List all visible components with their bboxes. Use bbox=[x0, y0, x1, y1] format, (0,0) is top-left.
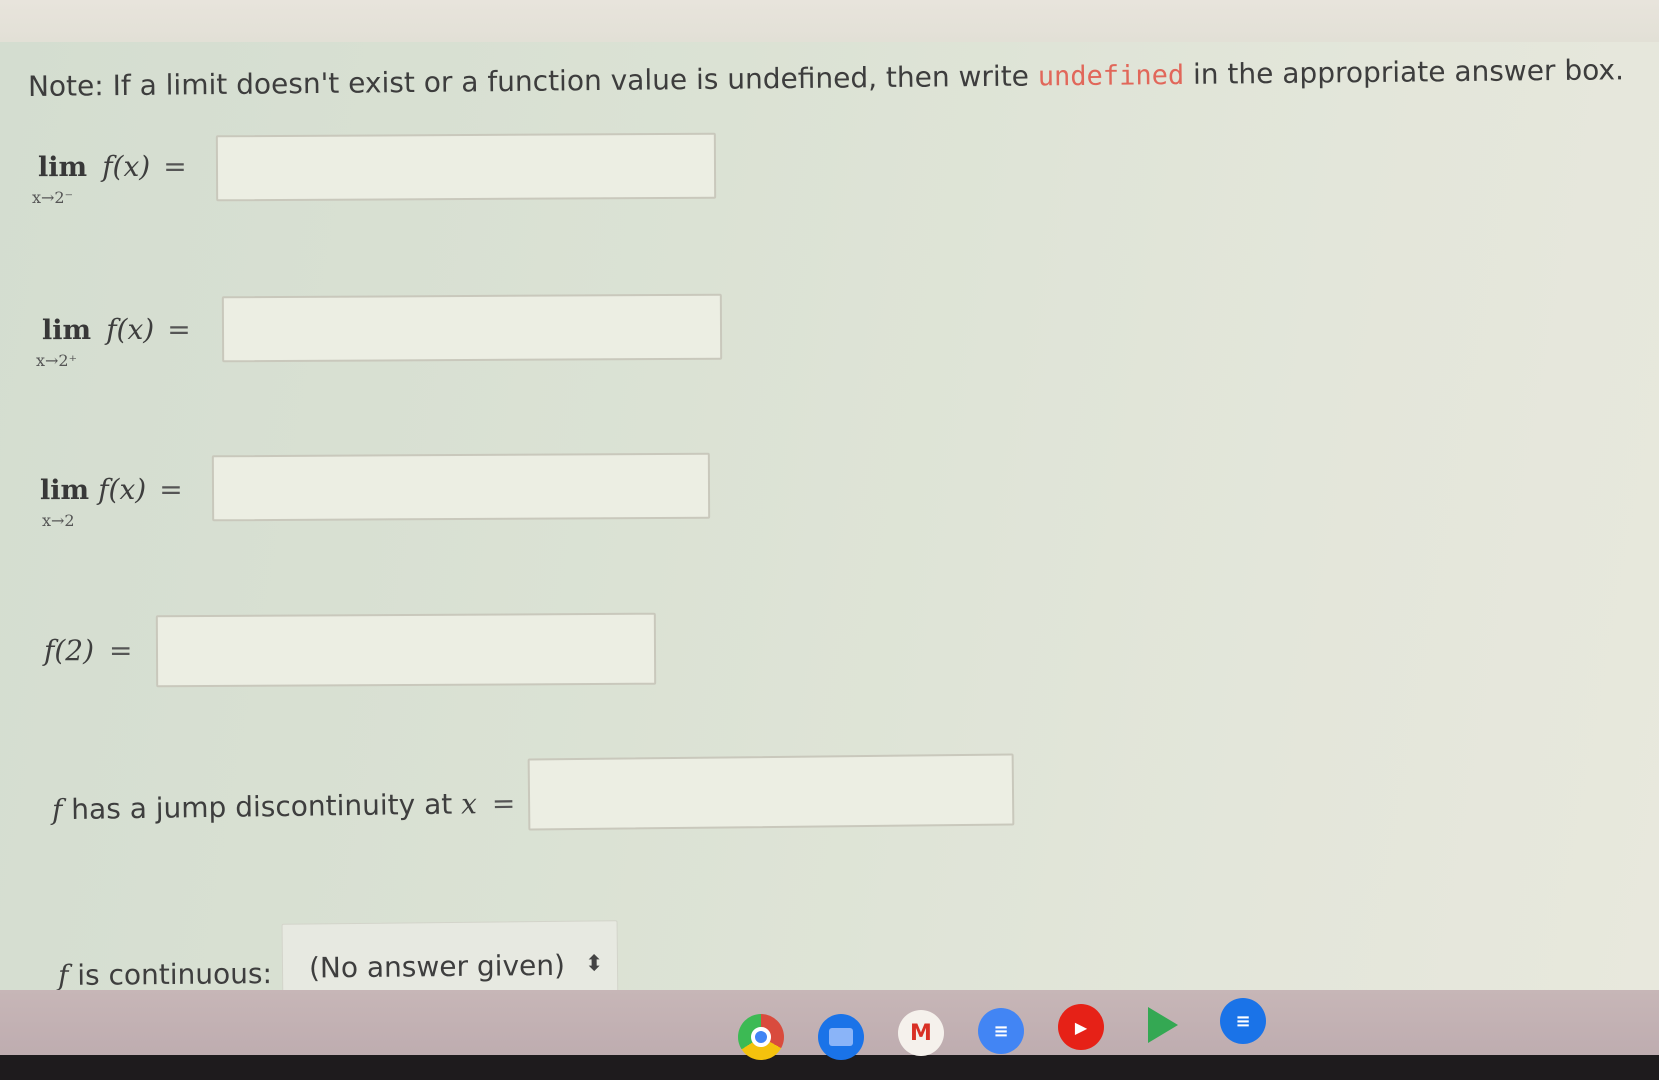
limit-subscript: x→2⁺ bbox=[36, 351, 78, 370]
updown-arrows-icon: ⬍ bbox=[584, 951, 604, 977]
right-limit-label: lim f(x) = x→2⁺ bbox=[36, 313, 191, 370]
note-keyword: undefined bbox=[1037, 59, 1185, 93]
play-store-icon[interactable] bbox=[1140, 1002, 1186, 1048]
right-limit-answer-box[interactable] bbox=[221, 293, 723, 363]
f2-answer-box[interactable] bbox=[155, 612, 657, 688]
two-sided-limit-label: lim f(x) = x→2 bbox=[40, 473, 183, 530]
equals-sign: = bbox=[163, 150, 187, 183]
left-limit-input[interactable] bbox=[217, 134, 715, 200]
files-icon[interactable] bbox=[818, 1014, 864, 1060]
gmail-icon[interactable]: M bbox=[898, 1010, 944, 1056]
jump-discontinuity-input[interactable] bbox=[529, 755, 1013, 829]
continuous-text: is continuous: bbox=[68, 957, 273, 992]
screen-bezel-top bbox=[0, 0, 1659, 42]
x-symbol: x bbox=[460, 787, 478, 821]
two-sided-limit-input[interactable] bbox=[213, 454, 709, 520]
equals-sign: = bbox=[491, 786, 516, 821]
jump-discontinuity-label: f has a jump discontinuity at x = bbox=[52, 787, 516, 826]
function-expr: f(x) bbox=[102, 150, 151, 183]
function-expr: f(x) bbox=[106, 313, 155, 346]
continuous-selected-value: (No answer given) bbox=[308, 948, 566, 984]
note-suffix: in the appropriate answer box. bbox=[1183, 53, 1625, 91]
f2-expr: f(2) bbox=[44, 634, 95, 667]
continuous-label: f is continuous: bbox=[58, 957, 272, 992]
chrome-icon[interactable] bbox=[738, 1014, 784, 1060]
youtube-icon[interactable]: ▶ bbox=[1058, 1004, 1104, 1050]
lim-word: lim bbox=[42, 315, 92, 346]
docs-icon[interactable]: ≡ bbox=[978, 1008, 1024, 1054]
jump-text: has a jump discontinuity at bbox=[62, 787, 462, 827]
limit-subscript: x→2⁻ bbox=[32, 188, 74, 207]
function-expr: f(x) bbox=[98, 473, 147, 506]
left-limit-label: lim f(x) = x→2⁻ bbox=[32, 150, 187, 207]
right-limit-input[interactable] bbox=[223, 295, 721, 361]
screen-bezel-bottom bbox=[0, 1055, 1659, 1080]
left-limit-answer-box[interactable] bbox=[215, 132, 717, 202]
f2-label: f(2) = bbox=[44, 634, 132, 667]
equals-sign: = bbox=[167, 313, 191, 346]
f2-input[interactable] bbox=[157, 614, 655, 686]
two-sided-limit-answer-box[interactable] bbox=[211, 452, 711, 522]
jump-discontinuity-answer-box[interactable] bbox=[527, 753, 1015, 831]
lim-word: lim bbox=[38, 152, 88, 183]
equals-sign: = bbox=[108, 634, 133, 667]
equals-sign: = bbox=[159, 473, 183, 506]
messages-icon[interactable]: ≡ bbox=[1220, 998, 1266, 1044]
lim-word: lim bbox=[40, 475, 90, 506]
limit-subscript: x→2 bbox=[42, 511, 75, 530]
